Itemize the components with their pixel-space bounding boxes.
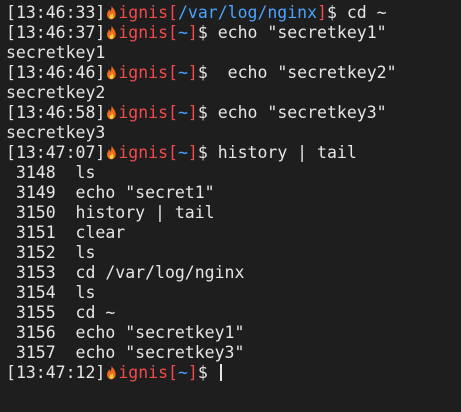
prompt-dir-bracket-open: [ xyxy=(168,23,178,42)
prompt-command: echo "secretkey2" xyxy=(207,63,397,82)
prompt-time: 13:46:58 xyxy=(15,103,96,122)
history-entry: 3152 ls xyxy=(6,243,96,262)
prompt-bracket-close: ] xyxy=(95,3,106,22)
prompt-user: ignis xyxy=(118,23,169,42)
prompt-bracket-open: [ xyxy=(6,103,16,122)
prompt-directory: ~ xyxy=(177,143,188,162)
prompt-directory: ~ xyxy=(177,103,188,122)
fire-icon xyxy=(107,365,117,380)
history-entry: 3149 echo "secret1" xyxy=(6,183,215,202)
fire-icon xyxy=(107,145,117,160)
prompt-line: [13:46:37] ignis[~]$ echo "secretkey1" xyxy=(6,23,397,43)
prompt-user: ignis xyxy=(118,363,169,382)
prompt-command: cd ~ xyxy=(336,3,387,22)
prompt-symbol: $ xyxy=(197,103,208,122)
prompt-bracket-close: ] xyxy=(95,103,106,122)
prompt-dir-bracket-close: ] xyxy=(187,63,198,82)
history-entry: 3153 cd /var/log/nginx xyxy=(6,263,245,282)
command-output: secretkey2 xyxy=(6,83,106,102)
prompt-dir-bracket-open: [ xyxy=(168,3,178,22)
prompt-directory: ~ xyxy=(177,23,188,42)
command-output: secretkey1 xyxy=(6,43,106,62)
prompt-directory: ~ xyxy=(177,63,188,82)
prompt-symbol: $ xyxy=(326,3,337,22)
fire-icon xyxy=(107,105,117,120)
command-input[interactable] xyxy=(208,363,218,382)
fire-icon xyxy=(107,65,117,80)
prompt-time: 13:46:37 xyxy=(15,23,96,42)
prompt-directory: ~ xyxy=(177,363,188,382)
prompt-command: history | tail xyxy=(207,143,357,162)
prompt-symbol: $ xyxy=(197,23,208,42)
prompt-dir-bracket-close: ] xyxy=(187,363,198,382)
history-entry: 3155 cd ~ xyxy=(6,303,116,322)
history-entry: 3148 ls xyxy=(6,163,96,182)
fire-icon xyxy=(107,25,117,40)
history-entry: 3154 ls xyxy=(6,283,96,302)
prompt-dir-bracket-close: ] xyxy=(187,103,198,122)
prompt-command: echo "secretkey3" xyxy=(207,103,387,122)
prompt-dir-bracket-open: [ xyxy=(168,63,178,82)
prompt-bracket-open: [ xyxy=(6,63,16,82)
history-entry: 3151 clear xyxy=(6,223,126,242)
prompt-line: [13:46:46] ignis[~]$ echo "secretkey2" xyxy=(6,63,397,83)
prompt-user: ignis xyxy=(118,143,169,162)
prompt-dir-bracket-close: ] xyxy=(187,23,198,42)
prompt-command: echo "secretkey1" xyxy=(207,23,387,42)
prompt-dir-bracket-close: ] xyxy=(187,143,198,162)
prompt-time: 13:46:46 xyxy=(15,63,96,82)
history-entry: 3150 history | tail xyxy=(6,203,215,222)
active-prompt-line[interactable]: [13:47:12] ignis[~]$ xyxy=(6,363,397,383)
history-entry: 3157 echo "secretkey3" xyxy=(6,343,245,362)
prompt-bracket-close: ] xyxy=(95,363,106,382)
prompt-line: [13:47:07] ignis[~]$ history | tail xyxy=(6,143,397,163)
prompt-bracket-open: [ xyxy=(6,23,16,42)
prompt-user: ignis xyxy=(118,3,169,22)
command-output: secretkey3 xyxy=(6,123,106,142)
prompt-symbol: $ xyxy=(197,363,208,382)
prompt-line: [13:46:58] ignis[~]$ echo "secretkey3" xyxy=(6,103,397,123)
history-entry: 3156 echo "secretkey1" xyxy=(6,323,245,342)
prompt-dir-bracket-open: [ xyxy=(168,363,178,382)
prompt-user: ignis xyxy=(118,63,169,82)
prompt-bracket-close: ] xyxy=(95,23,106,42)
prompt-dir-bracket-open: [ xyxy=(168,103,178,122)
prompt-bracket-open: [ xyxy=(6,363,16,382)
prompt-bracket-close: ] xyxy=(95,63,106,82)
prompt-directory: /var/log/nginx xyxy=(177,3,318,22)
prompt-bracket-open: [ xyxy=(6,143,16,162)
prompt-time: 13:47:07 xyxy=(15,143,96,162)
terminal-output: [13:46:33] ignis[/var/log/nginx]$ cd ~ [1… xyxy=(6,3,397,383)
prompt-line: [13:46:33] ignis[/var/log/nginx]$ cd ~ xyxy=(6,3,397,23)
text-cursor xyxy=(219,364,222,381)
prompt-bracket-close: ] xyxy=(95,143,106,162)
prompt-user: ignis xyxy=(118,103,169,122)
terminal-window[interactable]: [13:46:33] ignis[/var/log/nginx]$ cd ~ [1… xyxy=(0,0,461,412)
prompt-time: 13:46:33 xyxy=(15,3,96,22)
prompt-symbol: $ xyxy=(197,143,208,162)
prompt-time: 13:47:12 xyxy=(15,363,96,382)
prompt-symbol: $ xyxy=(197,63,208,82)
prompt-bracket-open: [ xyxy=(6,3,16,22)
prompt-dir-bracket-close: ] xyxy=(317,3,327,22)
fire-icon xyxy=(107,5,117,20)
prompt-dir-bracket-open: [ xyxy=(168,143,178,162)
